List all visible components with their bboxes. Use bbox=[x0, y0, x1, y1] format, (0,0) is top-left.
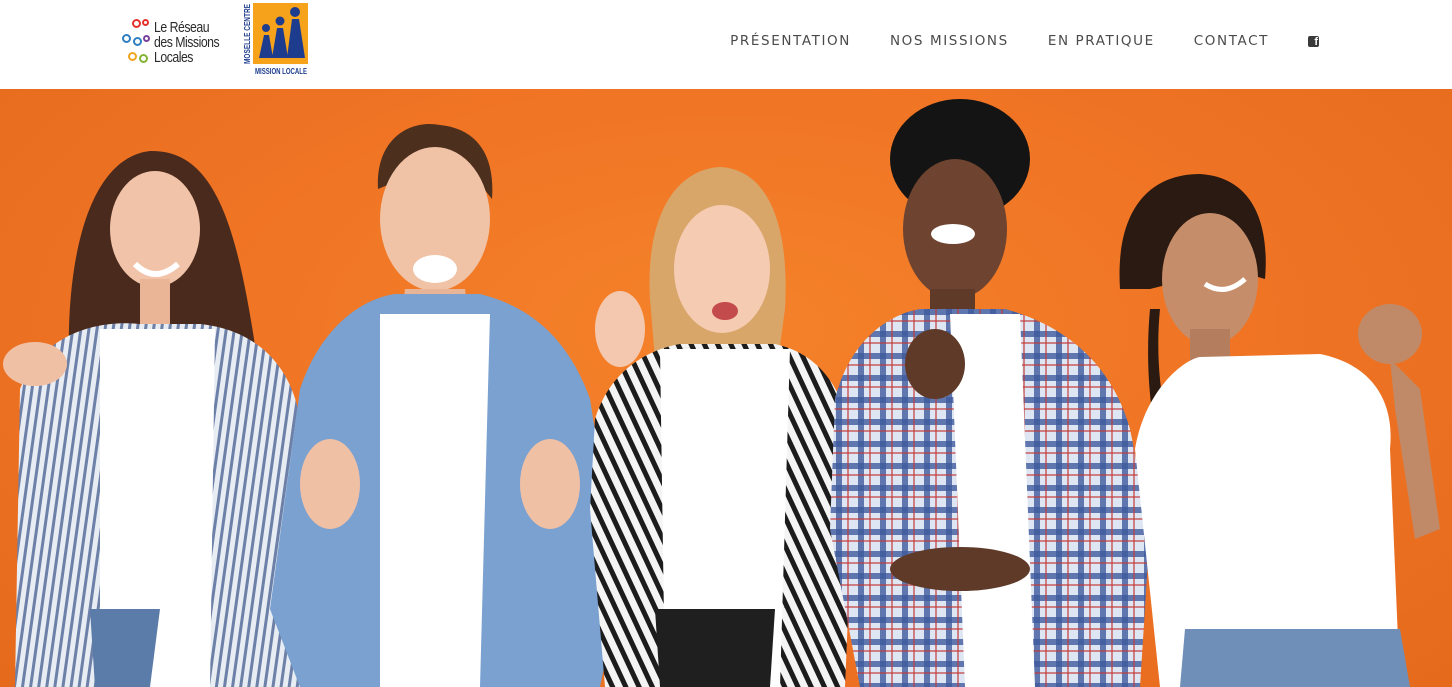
main-navigation: PRÉSENTATION NOS MISSIONS EN PRATIQUE CO… bbox=[730, 0, 1452, 82]
nav-presentation[interactable]: PRÉSENTATION bbox=[730, 33, 851, 49]
site-header: Le Réseau des Missions Locales MOSELLE C… bbox=[0, 0, 1452, 89]
colored-rings-icon bbox=[120, 15, 152, 69]
person-3 bbox=[590, 167, 855, 687]
mission-locale-moselle-centre-logo[interactable]: MOSELLE CENTRE MISSION LOCALE bbox=[242, 3, 308, 76]
hero-people-illustration bbox=[3, 99, 1440, 687]
nav-contact[interactable]: CONTACT bbox=[1194, 33, 1269, 49]
ml-vertical-text: MOSELLE CENTRE bbox=[243, 3, 252, 64]
reseau-logo-text: Le Réseau des Missions Locales bbox=[154, 18, 220, 66]
reseau-missions-locales-logo[interactable]: Le Réseau des Missions Locales bbox=[120, 12, 238, 72]
reseau-logo-line2: des Missions bbox=[154, 33, 220, 51]
reseau-logo-line1: Le Réseau bbox=[154, 18, 210, 36]
person-5 bbox=[1119, 174, 1440, 687]
nav-nos-missions[interactable]: NOS MISSIONS bbox=[890, 33, 1009, 49]
ml-bottom-text: MISSION LOCALE bbox=[255, 67, 308, 76]
nav-en-pratique[interactable]: EN PRATIQUE bbox=[1048, 33, 1155, 49]
person-1 bbox=[3, 150, 300, 687]
facebook-icon[interactable]: f bbox=[1308, 35, 1319, 47]
hero-image bbox=[0, 89, 1452, 687]
person-4 bbox=[830, 99, 1150, 687]
reseau-logo-line3: Locales bbox=[154, 48, 193, 66]
person-2 bbox=[270, 123, 620, 687]
